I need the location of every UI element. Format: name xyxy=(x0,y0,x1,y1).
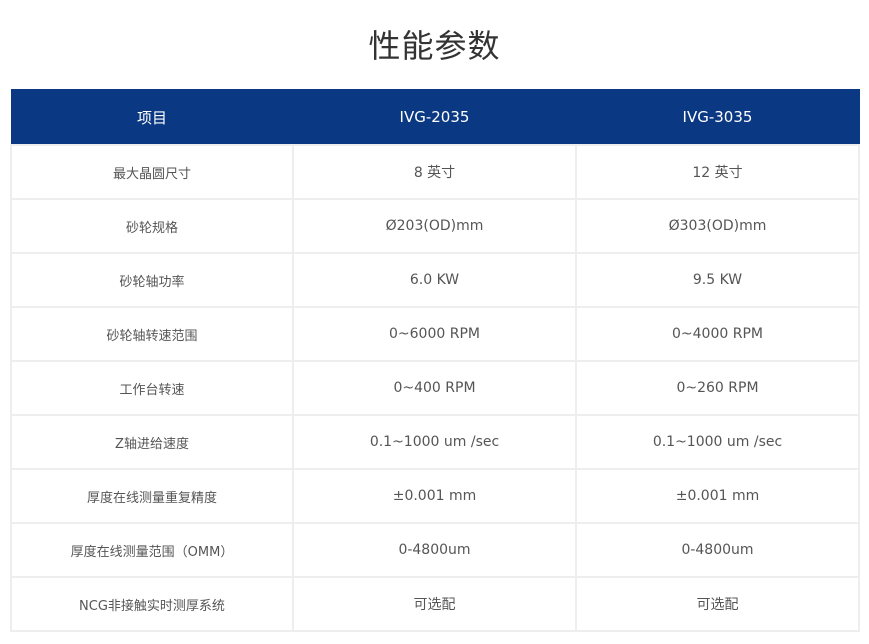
table-row: 砂轮规格 Ø203(OD)mm Ø303(OD)mm xyxy=(10,198,860,254)
table-row: Z轴进给速度 0.1~1000 um /sec 0.1~1000 um /sec xyxy=(10,414,860,470)
table-row: 砂轮轴功率 6.0 KW 9.5 KW xyxy=(10,252,860,308)
param-label: 砂轮轴功率 xyxy=(10,252,294,308)
table-row: NCG非接触实时测厚系统 可选配 可选配 xyxy=(10,576,860,632)
param-value: 0~400 RPM xyxy=(292,360,577,416)
param-value: 6.0 KW xyxy=(292,252,577,308)
param-value: Ø303(OD)mm xyxy=(575,198,860,254)
header-model-ivg-3035: IVG-3035 xyxy=(575,89,860,146)
param-value: 0~6000 RPM xyxy=(292,306,577,362)
param-value: 9.5 KW xyxy=(575,252,860,308)
param-value: 0.1~1000 um /sec xyxy=(575,414,860,470)
param-value: 可选配 xyxy=(575,576,860,632)
table-row: 砂轮轴转速范围 0~6000 RPM 0~4000 RPM xyxy=(10,306,860,362)
param-value: 可选配 xyxy=(292,576,577,632)
table-row: 厚度在线测量重复精度 ±0.001 mm ±0.001 mm xyxy=(10,468,860,524)
param-value: ±0.001 mm xyxy=(292,468,577,524)
param-label: NCG非接触实时测厚系统 xyxy=(10,576,294,632)
page-title: 性能参数 xyxy=(368,27,501,66)
param-label: 厚度在线测量重复精度 xyxy=(10,468,294,524)
table-row: 厚度在线测量范围（OMM） 0-4800um 0-4800um xyxy=(10,522,860,578)
param-value: 0~4000 RPM xyxy=(575,306,860,362)
param-label: 砂轮轴转速范围 xyxy=(10,306,294,362)
param-value: 0-4800um xyxy=(575,522,860,578)
param-label: 砂轮规格 xyxy=(10,198,294,254)
table-header-row: 项目 IVG-2035 IVG-3035 xyxy=(10,89,860,146)
header-model-ivg-2035: IVG-2035 xyxy=(292,89,577,146)
param-label: 厚度在线测量范围（OMM） xyxy=(10,522,294,578)
param-value: 8 英寸 xyxy=(292,144,577,200)
spec-table: 项目 IVG-2035 IVG-3035 最大晶圆尺寸 8 英寸 12 英寸 砂… xyxy=(10,89,860,632)
param-value: 0~260 RPM xyxy=(575,360,860,416)
table-row: 最大晶圆尺寸 8 英寸 12 英寸 xyxy=(10,144,860,200)
param-value: 12 英寸 xyxy=(575,144,860,200)
param-value: Ø203(OD)mm xyxy=(292,198,577,254)
param-label: 最大晶圆尺寸 xyxy=(10,144,294,200)
param-value: 0.1~1000 um /sec xyxy=(292,414,577,470)
header-item: 项目 xyxy=(10,89,294,146)
param-label: Z轴进给速度 xyxy=(10,414,294,470)
param-value: ±0.001 mm xyxy=(575,468,860,524)
table-row: 工作台转速 0~400 RPM 0~260 RPM xyxy=(10,360,860,416)
param-label: 工作台转速 xyxy=(10,360,294,416)
param-value: 0-4800um xyxy=(292,522,577,578)
